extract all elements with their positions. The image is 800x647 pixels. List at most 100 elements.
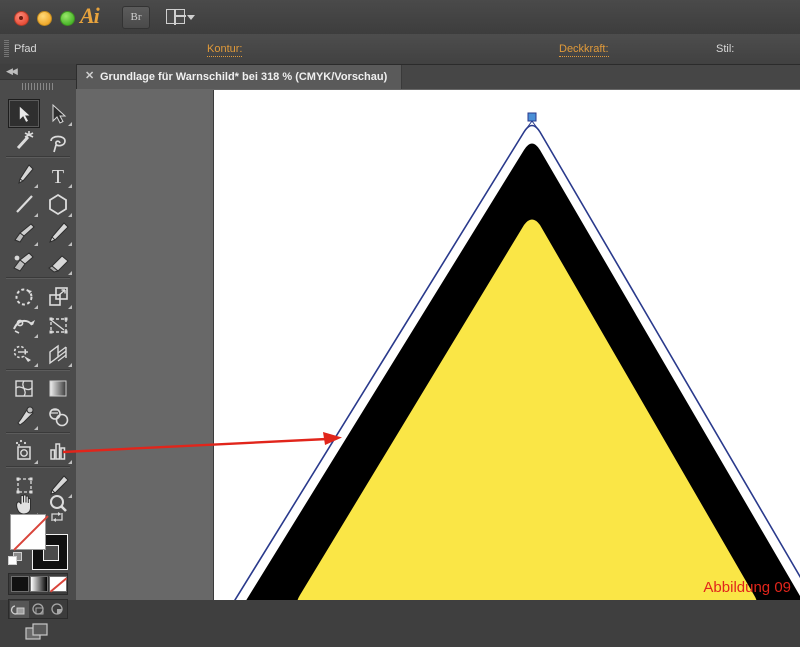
- default-fill-icon: [8, 556, 17, 565]
- arrange-documents-button[interactable]: [166, 6, 195, 27]
- none-slash-icon: [13, 515, 49, 551]
- canvas-area[interactable]: Abbildung 09: [76, 89, 800, 600]
- stroke-weight-label[interactable]: Kontur:: [207, 43, 243, 57]
- arrange-documents-icon: [166, 8, 186, 25]
- document-tab[interactable]: ✕ Grundlage für Warnschild* bei 318 % (C…: [76, 65, 403, 89]
- paintbrush-tool[interactable]: [8, 219, 40, 248]
- shape-builder-tool[interactable]: [8, 340, 40, 369]
- collapse-panel-icon[interactable]: ◀◀: [6, 67, 18, 76]
- blend-tool[interactable]: [42, 403, 74, 432]
- tool-flyout-indicator-icon[interactable]: [34, 426, 38, 430]
- fill-color-indicator[interactable]: [10, 514, 49, 551]
- symbol-sprayer-tool[interactable]: [8, 437, 40, 466]
- artboard[interactable]: Abbildung 09: [213, 90, 800, 600]
- tool-flyout-indicator-icon[interactable]: [34, 305, 38, 309]
- illustrator-logo: Ai: [80, 3, 100, 28]
- column-graph-tool[interactable]: [42, 437, 74, 466]
- tool-flyout-indicator-icon[interactable]: [34, 460, 38, 464]
- draw-behind-button[interactable]: [29, 601, 48, 618]
- selection-tool[interactable]: [8, 99, 40, 128]
- anchor-handle-left: [523, 120, 533, 133]
- lasso-tool[interactable]: [42, 128, 74, 157]
- drawing-mode-group: [8, 599, 68, 619]
- change-screen-mode-button[interactable]: [24, 622, 52, 642]
- window-maximize-button[interactable]: [60, 11, 75, 26]
- screen-mode-icon: [25, 623, 48, 640]
- blob-brush-tool[interactable]: [8, 248, 40, 277]
- window-close-button[interactable]: [14, 11, 29, 26]
- tool-flyout-indicator-icon[interactable]: [68, 305, 72, 309]
- pencil-tool[interactable]: [42, 219, 74, 248]
- close-icon[interactable]: ✕: [85, 71, 94, 82]
- draw-inside-button[interactable]: [48, 601, 67, 618]
- opacity-label[interactable]: Deckkraft:: [559, 43, 609, 57]
- tool-flyout-indicator-icon[interactable]: [68, 460, 72, 464]
- tool-flyout-indicator-icon[interactable]: [34, 242, 38, 246]
- chevron-down-icon: [187, 15, 195, 20]
- tool-flyout-indicator-icon[interactable]: [68, 271, 72, 275]
- title-bar: Ai Br: [0, 0, 800, 35]
- magic-wand-tool-icon: [16, 131, 34, 150]
- tool-flyout-indicator-icon[interactable]: [68, 122, 72, 126]
- tools-panel: ◀◀ T: [0, 64, 77, 640]
- direct-selection-tool[interactable]: [42, 99, 74, 128]
- document-tab-bar: ✕ Grundlage für Warnschild* bei 318 % (C…: [76, 65, 800, 90]
- tool-flyout-indicator-icon[interactable]: [34, 213, 38, 217]
- none-slash-icon: [49, 577, 68, 593]
- mesh-tool-icon: [15, 380, 33, 397]
- draw-normal-icon: [10, 605, 25, 615]
- path-anchor-point: [527, 112, 537, 122]
- tool-flyout-indicator-icon[interactable]: [34, 334, 38, 338]
- control-bar: Pfad Kontur: 1 pt Gleichm.: [0, 34, 800, 95]
- width-tool[interactable]: [8, 311, 40, 340]
- tool-flyout-indicator-icon[interactable]: [68, 242, 72, 246]
- magic-wand-tool[interactable]: [8, 128, 40, 157]
- pen-tool[interactable]: [8, 161, 40, 190]
- window-minimize-button[interactable]: [37, 11, 52, 26]
- scale-tool[interactable]: [42, 282, 74, 311]
- tools-divider: [6, 277, 70, 279]
- draw-behind-icon: [32, 603, 44, 615]
- tools-divider: [6, 466, 70, 468]
- tools-panel-grip[interactable]: [22, 83, 54, 90]
- color-mode-group: [8, 573, 68, 595]
- warning-sign-artwork[interactable]: [214, 90, 800, 600]
- figure-caption: Abbildung 09: [703, 579, 791, 596]
- tools-divider: [6, 369, 70, 371]
- tools-panel-header: ◀◀: [0, 64, 76, 80]
- anchor-handle-right: [531, 120, 541, 133]
- free-transform-tool[interactable]: [42, 311, 74, 340]
- lasso-tool-icon: [50, 135, 66, 153]
- illustrator-window: Ai Br Pfad Kontur: 1 pt: [0, 0, 800, 640]
- gradient-tool-icon: [49, 380, 67, 397]
- draw-inside-icon: [51, 603, 63, 615]
- tool-flyout-indicator-icon[interactable]: [68, 213, 72, 217]
- eyedropper-tool[interactable]: [8, 403, 40, 432]
- tool-flyout-indicator-icon[interactable]: [34, 363, 38, 367]
- rotate-tool[interactable]: [8, 282, 40, 311]
- style-label: Stil:: [716, 43, 735, 55]
- gradient-mode-button[interactable]: [30, 576, 48, 592]
- tool-flyout-indicator-icon[interactable]: [68, 184, 72, 188]
- tools-divider: [6, 156, 70, 158]
- type-tool[interactable]: T: [42, 161, 74, 190]
- mesh-tool[interactable]: [8, 374, 40, 403]
- control-bar-grip[interactable]: [4, 40, 9, 58]
- selection-tool-icon: [18, 104, 32, 124]
- line-segment-tool[interactable]: [8, 190, 40, 219]
- perspective-grid-tool[interactable]: [42, 340, 74, 369]
- gradient-tool[interactable]: [42, 374, 74, 403]
- go-to-bridge-button[interactable]: Br: [122, 6, 150, 29]
- svg-text:T: T: [52, 166, 64, 188]
- draw-normal-button[interactable]: [10, 601, 29, 618]
- swap-fill-stroke-button[interactable]: [50, 510, 64, 522]
- color-mode-button[interactable]: [11, 576, 29, 592]
- shape-tool[interactable]: [42, 190, 74, 219]
- none-mode-button[interactable]: [49, 576, 68, 593]
- tools-divider: [6, 432, 70, 434]
- tool-flyout-indicator-icon[interactable]: [68, 363, 72, 367]
- eraser-tool[interactable]: [42, 248, 74, 277]
- default-fill-stroke-button[interactable]: [8, 552, 23, 567]
- tool-flyout-indicator-icon[interactable]: [34, 184, 38, 188]
- selection-type-label: Pfad: [14, 43, 37, 55]
